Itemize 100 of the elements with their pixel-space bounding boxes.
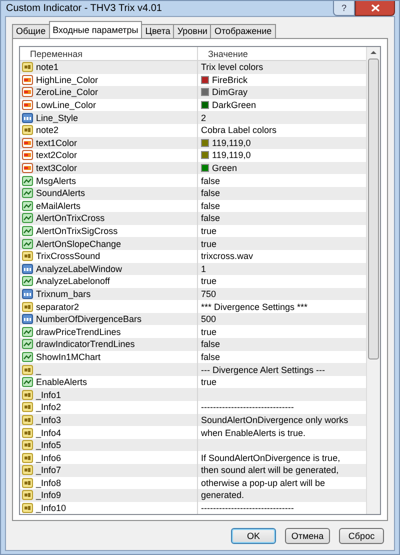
parameter-value[interactable]: 119,119,0 xyxy=(212,138,251,148)
text-type-icon xyxy=(22,302,33,312)
parameter-name: AlertOnTrixSigCross xyxy=(36,226,118,236)
boolean-type-icon xyxy=(22,276,33,286)
parameter-value[interactable]: Cobra Label colors xyxy=(201,125,277,136)
parameter-value[interactable]: --- Divergence Alert Settings --- xyxy=(201,364,326,375)
parameter-name: drawPriceTrendLines xyxy=(36,326,121,337)
color-type-icon xyxy=(22,74,33,85)
parameter-value[interactable]: 750 xyxy=(201,288,216,299)
column-header[interactable]: Переменная xyxy=(20,47,198,60)
dialog-button[interactable]: OK xyxy=(231,528,276,544)
tab[interactable]: Входные параметры xyxy=(48,21,142,38)
help-button[interactable]: ? xyxy=(333,1,355,16)
boolean-type-icon xyxy=(22,326,33,337)
boolean-type-icon xyxy=(22,200,33,211)
parameter-name: _Info3 xyxy=(36,414,62,425)
tab[interactable]: Цвета xyxy=(141,24,174,38)
parameter-name: _Info4 xyxy=(36,428,62,438)
parameter-value[interactable]: ------------------------------- xyxy=(201,503,294,514)
parameter-value[interactable]: 1 xyxy=(201,264,206,274)
parameter-value[interactable]: otherwise a pop-up alert will be xyxy=(201,478,326,488)
parameter-name: _Info10 xyxy=(36,503,66,514)
parameter-name: _Info7 xyxy=(36,465,62,476)
boolean-type-icon xyxy=(22,377,33,388)
number-type-icon xyxy=(22,112,33,123)
close-button[interactable] xyxy=(355,1,395,16)
parameter-value[interactable]: 119,119,0 xyxy=(212,150,251,160)
parameter-name: note1 xyxy=(36,62,59,72)
number-type-icon xyxy=(22,314,33,324)
color-type-icon xyxy=(22,87,33,98)
parameter-name: drawIndicatorTrendLines xyxy=(36,339,135,350)
parameter-name: ZeroLine_Color xyxy=(36,87,98,98)
parameter-value[interactable]: false xyxy=(201,188,220,198)
boolean-type-icon xyxy=(22,339,33,350)
parameter-value[interactable]: DimGray xyxy=(212,87,248,98)
scrollbar[interactable] xyxy=(366,47,380,514)
boolean-type-icon xyxy=(22,226,33,236)
parameter-value[interactable]: trixcross.wav xyxy=(201,251,254,262)
parameter-value[interactable]: when EnableAlerts is true. xyxy=(201,428,306,438)
parameter-value[interactable]: If SoundAlertOnDivergence is true, xyxy=(201,452,340,463)
parameter-value[interactable]: false xyxy=(201,339,220,350)
text-type-icon xyxy=(22,402,33,412)
parameter-name: _Info9 xyxy=(36,490,62,500)
parameter-value[interactable]: true xyxy=(201,377,217,388)
text-type-icon xyxy=(22,452,33,463)
text-type-icon xyxy=(22,503,33,514)
text-type-icon xyxy=(22,490,33,500)
parameter-value[interactable]: 2 xyxy=(201,112,206,123)
parameter-value[interactable]: DarkGreen xyxy=(212,100,256,110)
parameter-value[interactable]: Green xyxy=(212,163,238,174)
parameter-name: LowLine_Color xyxy=(36,100,96,110)
parameter-name: HighLine_Color xyxy=(36,74,98,85)
parameter-value[interactable]: false xyxy=(201,176,220,186)
dialog-button[interactable]: Сброс xyxy=(339,528,384,544)
window-title: Custom Indicator - THV3 Trix v4.01 xyxy=(6,3,162,14)
parameter-name: Trixnum_bars xyxy=(36,288,91,299)
close-icon xyxy=(370,4,380,12)
text-type-icon xyxy=(22,428,33,438)
parameter-value[interactable]: true xyxy=(201,326,217,337)
dialog-button[interactable]: Отмена xyxy=(285,528,330,544)
parameter-name: _Info1 xyxy=(36,390,62,400)
parameter-value[interactable]: SoundAlertOnDivergence only works xyxy=(201,414,348,425)
parameter-value[interactable]: true xyxy=(201,238,217,249)
color-type-icon xyxy=(22,163,33,174)
text-type-icon xyxy=(22,251,33,262)
parameter-value[interactable]: false xyxy=(201,213,220,224)
parameter-value[interactable]: true xyxy=(201,226,217,236)
tab[interactable]: Отображение xyxy=(210,24,276,38)
parameter-name: _Info2 xyxy=(36,402,62,412)
parameter-name: _ xyxy=(36,364,42,375)
text-type-icon xyxy=(22,390,33,400)
parameter-value[interactable]: Trix level colors xyxy=(201,62,264,72)
text-type-icon xyxy=(22,465,33,476)
parameter-name: _Info6 xyxy=(36,452,62,463)
boolean-type-icon xyxy=(22,188,33,198)
parameter-value[interactable]: 500 xyxy=(201,314,216,324)
parameter-name: AlertOnSlopeChange xyxy=(36,238,122,249)
parameter-name: text2Color xyxy=(36,150,78,160)
parameter-name: MsgAlerts xyxy=(36,176,76,186)
parameter-value[interactable]: false xyxy=(201,352,220,362)
text-type-icon xyxy=(22,125,33,136)
parameter-value[interactable]: false xyxy=(201,200,220,211)
parameter-name: ShowIn1MChart xyxy=(36,352,101,362)
parameter-name: EnableAlerts xyxy=(36,377,88,388)
parameter-value[interactable]: true xyxy=(201,276,217,286)
boolean-type-icon xyxy=(22,176,33,186)
boolean-type-icon xyxy=(22,238,33,249)
color-type-icon xyxy=(22,138,33,148)
text-type-icon xyxy=(22,414,33,425)
tab[interactable]: Общие xyxy=(12,24,50,38)
tab[interactable]: Уровни xyxy=(173,24,212,38)
parameter-value[interactable]: generated. xyxy=(201,490,244,500)
parameter-value[interactable]: then sound alert will be generated, xyxy=(201,465,339,476)
parameter-value[interactable]: FireBrick xyxy=(212,74,248,85)
parameter-name: _Info5 xyxy=(36,440,62,450)
parameter-value[interactable]: ------------------------------- xyxy=(201,402,294,412)
parameter-value[interactable]: *** Divergence Settings *** xyxy=(201,302,308,312)
parameter-name: SoundAlerts xyxy=(36,188,86,198)
parameter-name: text1Color xyxy=(36,138,78,148)
column-header[interactable]: Значение xyxy=(198,47,366,60)
